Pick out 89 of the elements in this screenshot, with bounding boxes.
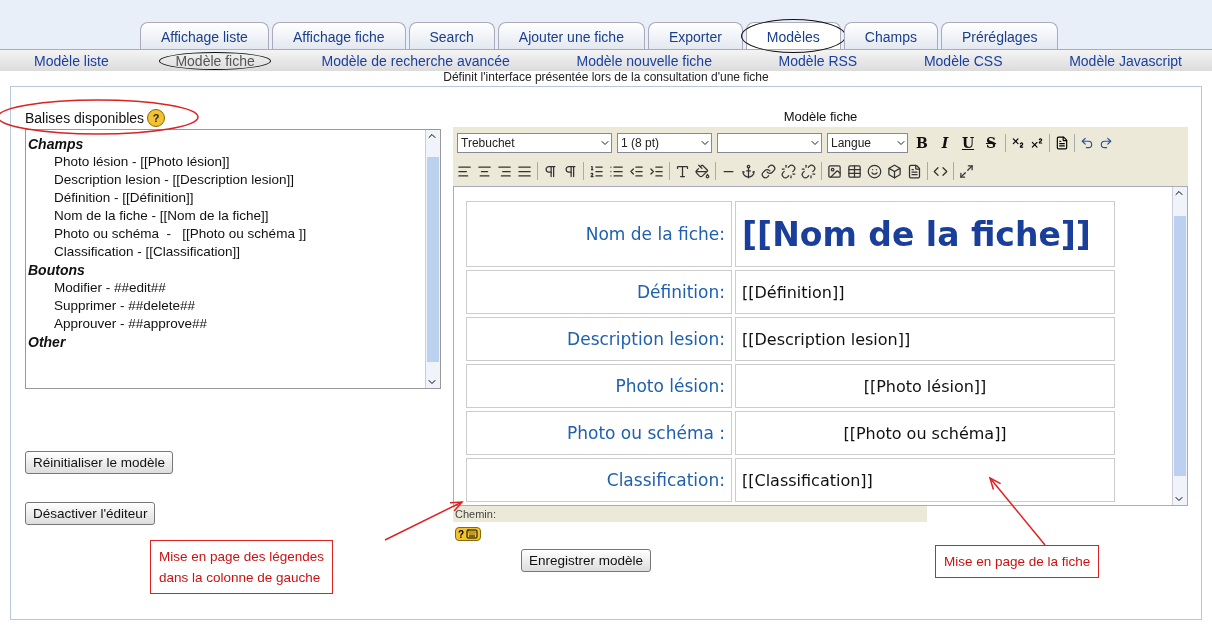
tab[interactable]: Exporter [647, 22, 743, 49]
indent-icon[interactable] [649, 163, 664, 179]
tag-item[interactable]: Définition - [[Définition]] [28, 189, 423, 207]
annotation-callout: Mise en page de la fiche [935, 545, 1100, 578]
field-label: Description lesion: [466, 317, 732, 361]
outdent-icon[interactable] [629, 163, 644, 179]
pilcrow-icon[interactable] [543, 163, 558, 179]
document-icon[interactable] [1055, 136, 1069, 150]
field-label: Photo lésion: [466, 364, 732, 408]
subtab-link[interactable]: Modèle Javascript [1069, 53, 1182, 69]
tag-item[interactable]: Photo lésion - [[Photo lésion]] [28, 153, 423, 171]
subtab-link[interactable]: Modèle RSS [778, 53, 858, 69]
group-label: Champs [28, 135, 85, 153]
tab[interactable]: Affichage liste [140, 22, 269, 49]
bullet-list-icon[interactable] [609, 163, 624, 179]
reset-button[interactable]: Réinitialiser le modèle [25, 451, 174, 474]
tab[interactable]: Search [408, 22, 495, 49]
image-icon[interactable] [827, 163, 842, 179]
tag-item[interactable]: Approuver - ##approve## [28, 315, 423, 333]
align-left-icon[interactable] [457, 163, 472, 179]
format-select[interactable] [717, 133, 822, 153]
align-justify-icon[interactable] [517, 163, 532, 179]
field-tag: [[Photo ou schéma]] [735, 411, 1115, 455]
tab[interactable]: Affichage fiche [271, 22, 406, 49]
align-center-icon[interactable] [477, 163, 492, 179]
format-button[interactable]: U [959, 135, 977, 151]
align-right-icon[interactable] [497, 163, 512, 179]
tab[interactable]: Préréglages [940, 22, 1059, 49]
superscript-icon[interactable] [1030, 136, 1044, 150]
field-label: Définition: [466, 270, 732, 314]
scrollbar[interactable] [1172, 187, 1187, 505]
smiley-icon[interactable] [867, 163, 882, 179]
editor-title: Modèle fiche [782, 108, 859, 126]
format-button[interactable]: I [936, 135, 954, 151]
subtab-link[interactable]: Modèle de recherche avancée [321, 53, 510, 69]
subtab-link[interactable]: Modèle nouvelle fiche [576, 53, 712, 69]
tab[interactable]: Champs [843, 22, 938, 49]
font-select[interactable]: Trebuchet [457, 133, 612, 153]
panel-title: Balises disponibles [25, 110, 145, 126]
field-tag: [[Description lesion]] [735, 317, 1115, 361]
disable-editor-button[interactable]: Désactiver l'éditeur [25, 502, 156, 525]
text-color-icon[interactable] [675, 163, 690, 179]
field-tag: [[Classification]] [735, 458, 1115, 502]
field-tag: [[Photo lésion]] [735, 364, 1115, 408]
group-label: Boutons [28, 261, 86, 279]
help-keyboard-button[interactable]: ? [455, 527, 482, 541]
tag-item[interactable]: Description lesion - [[Description lesion]] [28, 171, 423, 189]
field-label: Photo ou schéma : [466, 411, 732, 455]
undo-icon[interactable] [1080, 136, 1094, 150]
keyboard-icon [466, 528, 479, 540]
unlink-icon[interactable] [781, 163, 796, 179]
field-label: Classification: [466, 458, 732, 502]
numbered-list-icon[interactable] [589, 163, 604, 179]
fullscreen-icon[interactable] [959, 163, 974, 179]
annotation-arrow [988, 476, 1046, 546]
editor-area[interactable] [453, 186, 1188, 506]
format-button[interactable]: S [982, 135, 1000, 151]
tag-item[interactable]: Nom de la fiche - [[Nom de la fiche]] [28, 207, 423, 225]
field-label: Nom de la fiche: [466, 201, 732, 267]
tag-item[interactable]: Classification - [[Classification]] [28, 243, 423, 261]
cube-icon[interactable] [887, 163, 902, 179]
paint-bucket-icon[interactable] [695, 163, 710, 179]
anchor-icon[interactable] [741, 163, 756, 179]
annotation-callout: Mise en page des légendes dans la colonne de gauche [150, 540, 334, 594]
help-icon[interactable]: ? [147, 109, 166, 127]
save-button[interactable]: Enregistrer modèle [521, 549, 652, 572]
path-label: Chemin: [453, 506, 927, 522]
size-select[interactable]: 1 (8 pt) [617, 133, 712, 153]
subscript-icon[interactable] [1011, 136, 1025, 150]
field-tag: [[Définition]] [735, 270, 1115, 314]
tag-item[interactable]: Photo ou schéma - [[Photo ou schéma ]] [28, 225, 423, 243]
document-icon[interactable] [907, 163, 922, 179]
format-button[interactable]: B [913, 135, 931, 151]
description-text: Définit l'interface présentée lors de la consultation d'une fiche [442, 71, 770, 84]
table-icon[interactable] [847, 163, 862, 179]
group-label: Other [28, 333, 67, 351]
redo-icon[interactable] [1099, 136, 1113, 150]
language-select[interactable]: Langue [827, 133, 908, 153]
subtab-link[interactable]: Modèle CSS [923, 53, 1003, 69]
tag-item[interactable]: Modifier - ##edit## [28, 279, 423, 297]
tag-item[interactable]: Supprimer - ##delete## [28, 297, 423, 315]
field-tag: [[Nom de la fiche]] [735, 201, 1115, 267]
subtab-link[interactable]: Modèle fiche [159, 52, 271, 70]
unlink-icon[interactable] [801, 163, 816, 179]
tab[interactable]: Ajouter une fiche [497, 22, 645, 49]
scrollbar[interactable] [425, 130, 440, 388]
subtab-link[interactable]: Modèle liste [34, 53, 109, 69]
pilcrow-icon[interactable] [563, 163, 578, 179]
link-icon[interactable] [761, 163, 776, 179]
